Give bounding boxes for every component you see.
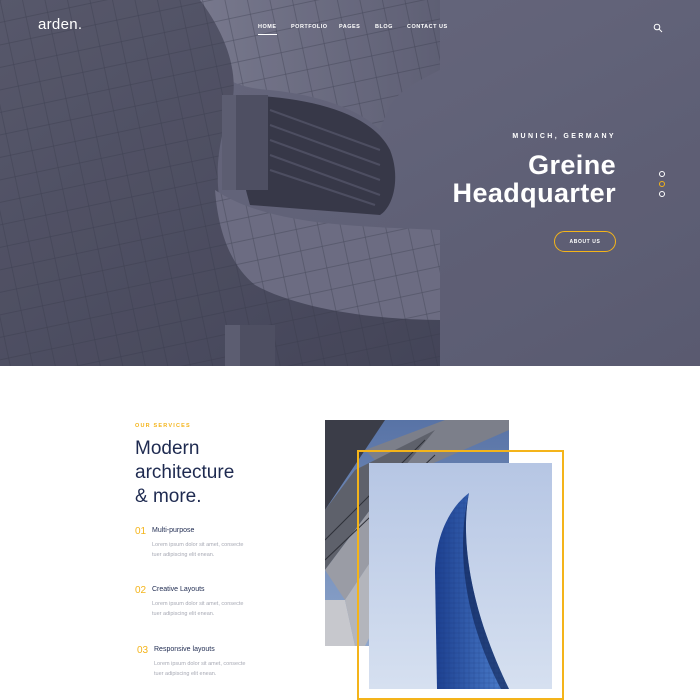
about-us-button[interactable]: ABOUT US <box>554 231 616 252</box>
service-number: 01 <box>135 526 147 537</box>
services-eyebrow: OUR SERVICES <box>135 423 191 429</box>
services-title-line3: & more. <box>135 486 202 507</box>
hero-section: arden. HOME PORTFOLIO PAGES BLOG CONTACT… <box>0 0 700 366</box>
nav-pages[interactable]: PAGES <box>339 24 360 30</box>
search-icon[interactable] <box>653 23 663 33</box>
hero-title: Greine Headquarter <box>453 151 616 207</box>
slider-dot-1[interactable] <box>659 171 665 177</box>
service-description: Lorem ipsum dolor sit amet, consecte tue… <box>152 540 272 560</box>
slider-dots <box>659 171 665 201</box>
service-name: Responsive layouts <box>154 646 215 653</box>
service-desc-line2: tuer adipiscing elit enean. <box>152 552 215 558</box>
service-description: Lorem ipsum dolor sit amet, consecte tue… <box>152 599 272 619</box>
service-name: Multi-purpose <box>152 527 195 534</box>
services-title: Modern architecture & more. <box>135 437 315 509</box>
main-nav: HOME PORTFOLIO PAGES BLOG CONTACT US <box>0 24 700 38</box>
nav-portfolio[interactable]: PORTFOLIO <box>291 24 328 30</box>
slider-dot-2[interactable] <box>659 181 665 187</box>
architecture-photo-front <box>369 463 552 689</box>
nav-blog[interactable]: BLOG <box>375 24 393 30</box>
slider-dot-3[interactable] <box>659 191 665 197</box>
nav-home[interactable]: HOME <box>258 24 277 35</box>
service-desc-line1: Lorem ipsum dolor sit amet, consecte <box>152 601 244 607</box>
nav-contact[interactable]: CONTACT US <box>407 24 448 30</box>
service-name: Creative Layouts <box>152 586 205 593</box>
services-title-line1: Modern <box>135 438 200 459</box>
hero-title-line1: Greine <box>528 150 616 180</box>
service-number: 03 <box>137 645 149 656</box>
service-description: Lorem ipsum dolor sit amet, consecte tue… <box>154 659 274 679</box>
services-title-line2: architecture <box>135 462 235 483</box>
service-desc-line1: Lorem ipsum dolor sit amet, consecte <box>152 542 244 548</box>
hero-title-line2: Headquarter <box>452 178 616 208</box>
hero-location: MUNICH, GERMANY <box>512 133 616 140</box>
service-desc-line2: tuer adipiscing elit enean. <box>154 671 217 677</box>
service-desc-line2: tuer adipiscing elit enean. <box>152 611 215 617</box>
service-number: 02 <box>135 585 147 596</box>
service-desc-line1: Lorem ipsum dolor sit amet, consecte <box>154 661 246 667</box>
